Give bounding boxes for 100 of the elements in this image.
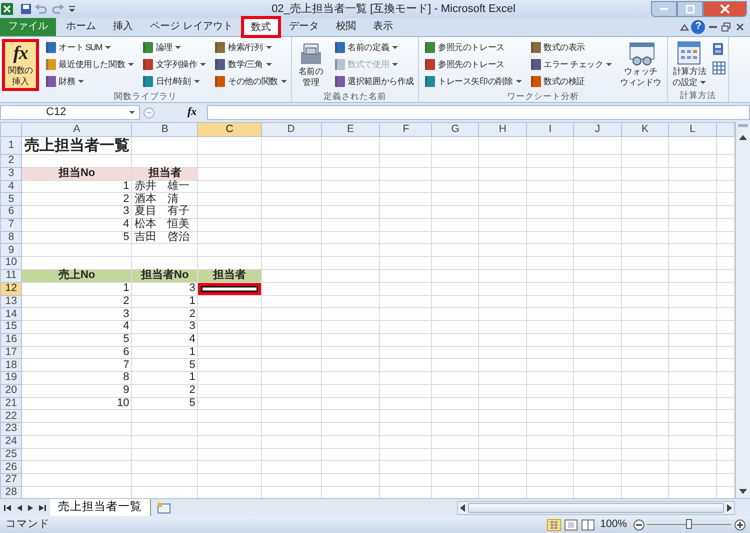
book-icon <box>332 75 346 88</box>
ribbon-button[interactable]: 計算方法 の設定 <box>670 39 710 89</box>
row-header[interactable]: 13 <box>0 295 22 308</box>
ribbon-button[interactable]: エラー チェック <box>526 56 614 73</box>
ribbon-button[interactable]: 論理 <box>138 39 208 56</box>
ribbon-button[interactable]: トレース矢印の削除 <box>421 73 524 90</box>
page-layout-icon[interactable] <box>564 518 578 530</box>
vertical-scrollbar[interactable] <box>735 122 750 498</box>
ribbon-tab[interactable]: 表示 <box>366 18 400 36</box>
file-tab[interactable]: ファイル <box>0 18 56 36</box>
page-break-icon[interactable] <box>580 518 595 530</box>
column-header[interactable]: E <box>321 122 380 136</box>
restore-button[interactable] <box>677 1 704 17</box>
column-header[interactable]: A <box>22 122 132 136</box>
row-header[interactable]: 2 <box>0 154 22 168</box>
row-header[interactable]: 20 <box>0 384 22 397</box>
close-icon[interactable] <box>734 22 744 32</box>
row-header[interactable]: 17 <box>0 346 22 359</box>
row-header[interactable]: 25 <box>0 448 22 461</box>
zoom-out-icon[interactable] <box>632 518 644 530</box>
column-header[interactable]: F <box>380 122 432 136</box>
ribbon-button[interactable]: ウォッチ ウィンドウ <box>617 39 665 89</box>
row-header[interactable]: 22 <box>0 410 22 422</box>
ribbon-button[interactable]: 日付/時刻 <box>138 73 208 90</box>
row-header[interactable]: 12 <box>0 282 22 295</box>
column-header[interactable]: L <box>668 122 716 136</box>
ribbon-button[interactable]: 財務 <box>42 73 136 90</box>
ribbon-button[interactable]: その他の関数 <box>211 73 289 90</box>
row-header[interactable]: 9 <box>0 244 22 256</box>
column-header[interactable]: D <box>261 122 322 136</box>
row-header[interactable]: 3 <box>0 167 22 180</box>
column-header[interactable]: G <box>432 122 479 136</box>
row-header[interactable]: 1 <box>0 136 22 154</box>
insert-function-button[interactable]: fx <box>180 104 205 121</box>
row-header[interactable]: 27 <box>0 474 22 486</box>
column-header[interactable]: B <box>132 122 198 136</box>
ribbon-button[interactable]: 参照先のトレース <box>421 56 524 73</box>
row-header[interactable]: 24 <box>0 435 22 448</box>
ribbon-tab[interactable]: ホーム <box>59 18 103 36</box>
ribbon-button[interactable]: 名前の定義 <box>330 39 416 56</box>
row-header[interactable]: 5 <box>0 192 22 206</box>
book-icon <box>140 58 154 71</box>
row-header[interactable]: 15 <box>0 320 22 334</box>
row-header[interactable]: 7 <box>0 218 22 231</box>
zoom-level[interactable]: 100% <box>600 516 627 532</box>
row-header[interactable]: 19 <box>0 372 22 384</box>
ribbon-button[interactable]: 選択範囲から作成 <box>330 73 416 90</box>
close-icon <box>720 4 730 14</box>
row-header[interactable]: 10 <box>0 256 22 270</box>
row-header[interactable]: 8 <box>0 231 22 244</box>
ribbon-tab[interactable]: 校閲 <box>328 18 363 36</box>
new-sheet-icon[interactable] <box>154 500 173 514</box>
ribbon-button[interactable]: オート SUM <box>42 39 136 56</box>
row-header[interactable]: 11 <box>0 269 22 282</box>
ribbon-button[interactable]: fx 関数の 挿入 <box>2 39 39 91</box>
normal-view-icon[interactable] <box>547 518 562 530</box>
row-header[interactable]: 14 <box>0 308 22 320</box>
row-header[interactable]: 23 <box>0 422 22 436</box>
column-header[interactable]: K <box>621 122 669 136</box>
ribbon-tab[interactable]: 数式 <box>242 18 279 36</box>
ribbon-button[interactable]: 最近使用した関数 <box>42 56 136 73</box>
row-header[interactable]: 28 <box>0 486 22 498</box>
zoom-slider-thumb[interactable] <box>686 519 692 529</box>
zoom-in-icon[interactable] <box>734 518 746 530</box>
restore-icon[interactable] <box>720 22 732 32</box>
ribbon-tab[interactable]: 挿入 <box>106 18 140 36</box>
row-header[interactable]: 4 <box>0 180 22 193</box>
ribbon-button[interactable]: 名前の 管理 <box>294 39 328 89</box>
column-header[interactable]: H <box>478 122 527 136</box>
name-box[interactable]: C12 <box>0 105 140 120</box>
ribbon-button[interactable]: 検索/行列 <box>211 39 289 56</box>
column-label: 売上No <box>22 269 132 282</box>
collapse-ribbon-icon[interactable] <box>680 23 688 31</box>
help-button[interactable]: ? <box>691 20 706 34</box>
sheet-calculator-icon[interactable] <box>712 61 726 76</box>
ribbon-button[interactable]: 数学/三角 <box>211 56 289 73</box>
row-header[interactable]: 16 <box>0 333 22 346</box>
row-header[interactable]: 18 <box>0 358 22 372</box>
sheet-tab[interactable]: 売上担当者一覧 <box>50 499 151 516</box>
ribbon-button[interactable]: 参照元のトレース <box>421 39 524 56</box>
row-header[interactable]: 21 <box>0 397 22 410</box>
column-header[interactable]: J <box>574 122 622 136</box>
ribbon-button[interactable]: 数式の検証 <box>526 73 614 90</box>
customize-caret-icon[interactable] <box>68 4 76 14</box>
horizontal-scrollbar[interactable] <box>456 500 735 514</box>
save-icon[interactable] <box>20 3 32 15</box>
selected-cell[interactable] <box>198 282 261 294</box>
column-header[interactable]: I <box>526 122 574 136</box>
column-header[interactable]: C <box>198 122 262 136</box>
ribbon-tab[interactable]: ページ レイアウト <box>143 18 240 36</box>
ribbon-button[interactable]: 文字列操作 <box>138 56 208 73</box>
close-button[interactable] <box>703 1 748 17</box>
formula-input[interactable] <box>207 105 750 120</box>
row-header[interactable]: 6 <box>0 206 22 218</box>
row-header[interactable]: 26 <box>0 460 22 474</box>
calculator-icon[interactable] <box>712 42 724 56</box>
caret-icon <box>128 63 134 66</box>
ribbon-button[interactable]: 数式の表示 <box>526 39 614 56</box>
ribbon-tab[interactable]: データ <box>282 18 326 36</box>
minimize-button[interactable] <box>651 1 678 17</box>
